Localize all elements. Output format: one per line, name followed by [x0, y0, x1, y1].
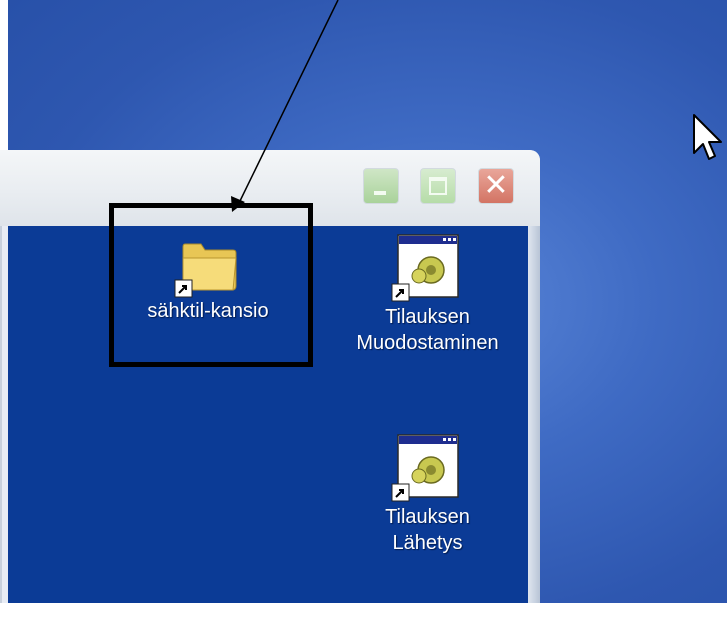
mouse-cursor-icon	[693, 114, 722, 160]
bottom-margin	[0, 603, 727, 629]
annotation-arrow	[231, 0, 339, 212]
